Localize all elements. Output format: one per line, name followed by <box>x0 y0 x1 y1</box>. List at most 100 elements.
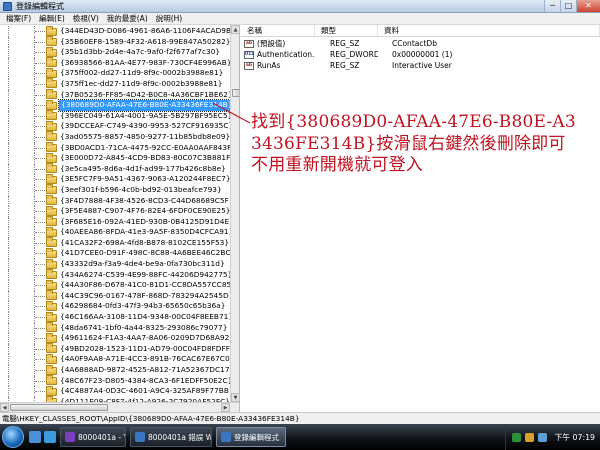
folder-icon <box>46 67 57 78</box>
registry-tree-pane[interactable]: {344ED43D-D086-4961-86A6-1106F4ACAD9B} {3… <box>0 25 240 412</box>
values-column-header: 名稱 類型 資料 <box>241 25 600 37</box>
vertical-scroll-thumb[interactable] <box>232 89 239 97</box>
value-row[interactable]: 011 Authentication... REG_DWORD 0x00000001 … <box>241 49 600 60</box>
registry-key-label: {344ED43D-D086-4961-86A6-1106F4ACAD9B} <box>60 26 236 35</box>
menu-view[interactable]: 檢視(V) <box>69 13 103 24</box>
column-header-type[interactable]: 類型 <box>315 25 378 36</box>
column-header-name[interactable]: 名稱 <box>241 25 315 36</box>
tree-item[interactable]: {44C39C96-0167-478F-868D-783294A2545D} <box>0 290 234 302</box>
folder-icon <box>46 78 57 89</box>
tree-item[interactable]: {3ad05575-8857-4850-9277-11b85bdb8e09} <box>0 131 230 143</box>
tree-guide-line <box>8 68 9 79</box>
tree-item[interactable]: {375ff1ec-dd27-11d9-8f9c-0002b3988e81} <box>0 78 230 90</box>
tree-item[interactable]: {37B05236-FF85-4D42-B0C8-4A36CBF1BE62} <box>0 89 233 101</box>
tree-guide-line <box>8 100 9 111</box>
tree-branch-line <box>35 158 45 160</box>
taskbar-button[interactable]: 登錄編輯程式 <box>216 427 286 447</box>
tree-item[interactable]: {3e5ca495-8d6a-4d1f-ad99-177b426c8b8e} <box>0 163 230 175</box>
tree-item[interactable]: {4C4887A4-0D3C-4601-A9C4-325AF89F77BB} <box>0 385 234 397</box>
folder-icon <box>46 237 57 248</box>
internet-explorer-icon[interactable] <box>44 431 56 443</box>
browser-icon <box>135 432 145 442</box>
tree-horizontal-scrollbar[interactable]: ◀ ▶ <box>0 402 239 412</box>
tree-branch-line <box>35 126 45 128</box>
tree-branch-line <box>35 348 45 350</box>
tree-item[interactable]: {46298684-0fd3-47f3-94b3-65650c65b36a} <box>0 300 230 313</box>
tree-guide-line <box>8 89 9 101</box>
column-header-data[interactable]: 資料 <box>378 25 600 36</box>
tree-item-selected[interactable]: {380689D0-AFAA-47E6-B80E-A33436FE314B} <box>0 99 236 112</box>
volume-icon[interactable] <box>525 432 535 442</box>
title-bar[interactable]: 登錄編輯程式 ─ □ ✕ <box>0 0 600 13</box>
tree-item[interactable]: {3E000D72-A845-4CD9-BD83-80C07C3B881F} <box>0 152 235 164</box>
tree-item[interactable]: {46C166AA-3108-11D4-9348-00C04F8EEB71} <box>0 311 233 323</box>
scroll-up-arrow-icon[interactable]: ▲ <box>231 25 239 34</box>
tree-item[interactable]: {344ED43D-D086-4961-86A6-1106F4ACAD9B} <box>0 25 236 37</box>
registry-key-label: {46298684-0fd3-47f3-94b3-65650c65b36a} <box>60 301 226 311</box>
tree-item[interactable]: {41CA32F2-698A-4fd8-B878-8102CE155F53} <box>0 237 230 249</box>
tree-guide-line <box>8 195 9 207</box>
tree-item[interactable]: {4A6888AD-9872-4525-A812-71A52367DC17} <box>0 364 234 376</box>
scroll-left-arrow-icon[interactable]: ◀ <box>0 403 9 412</box>
tree-item[interactable]: {35B60EF8-1589-4F32-A618-99E847A50282} <box>0 36 231 48</box>
tree-item[interactable]: {39DCCEAF-C749-4390-9953-527CF916935C} <box>0 120 234 132</box>
scroll-right-arrow-icon[interactable]: ▶ <box>221 403 230 412</box>
tree-item[interactable]: {396EC049-61A4-4001-9A5E-5B297BF95EC5} <box>0 110 233 122</box>
folder-icon <box>46 131 57 142</box>
tree-vertical-scrollbar[interactable]: ▲ ▼ <box>230 25 239 402</box>
dword-value-icon: 011 <box>244 50 255 59</box>
system-tray: 下午 07:19 <box>505 424 600 450</box>
registry-key-label: {3E5FC7F9-9A51-4367-9063-A120244F8EC7} <box>60 174 231 184</box>
menu-help[interactable]: 說明(H) <box>152 13 187 24</box>
start-orb-icon[interactable] <box>2 426 24 448</box>
scroll-down-arrow-icon[interactable]: ▼ <box>231 393 239 402</box>
registry-key-label: {396EC049-61A4-4001-9A5E-5B297BF95EC5} <box>60 110 233 120</box>
tree-item[interactable]: {48da6741-1bf0-4a44-8325-293086c79077} <box>0 322 230 334</box>
registry-key-label: {375ff1ec-dd27-11d9-8f9c-0002b3988e81} <box>60 78 223 88</box>
menu-favorites[interactable]: 我的最愛(A) <box>103 13 152 24</box>
clock[interactable]: 下午 07:19 <box>554 432 595 443</box>
tree-item[interactable]: {3BD0ACD1-71CA-4475-92CC-E0AA0AAF843F} <box>0 142 236 154</box>
maximize-button[interactable]: □ <box>560 0 576 12</box>
registry-key-label: {44C39C96-0167-478F-868D-783294A2545D} <box>60 290 234 300</box>
tree-item[interactable]: {3F685E16-092A-41ED-930B-0B4125D91D4E} <box>0 216 234 228</box>
value-row[interactable]: ab (預設值) REG_SZ CContactDb <box>241 38 600 49</box>
tree-item[interactable]: {3F4D7888-4F38-4526-8CD3-C44D68689C5F} <box>0 195 234 207</box>
tree-item[interactable]: {3F5E4887-C907-4F76-82E4-6FDF0CE90E25} <box>0 205 231 217</box>
close-button[interactable]: ✕ <box>576 0 600 12</box>
network-icon[interactable] <box>512 432 522 442</box>
minimize-button[interactable]: ─ <box>544 0 560 12</box>
tree-item[interactable]: {3E5FC7F9-9A51-4367-9063-A120244F8EC7} <box>0 173 231 185</box>
taskbar-button[interactable]: 8000401a 錯誤 Wi... <box>130 427 212 447</box>
tree-item[interactable]: {41D7CEE0-D91F-498C-8C88-4A6BEE46C2BC} <box>0 247 235 260</box>
tree-guide-line <box>8 259 9 270</box>
folder-icon <box>46 120 57 131</box>
tree-item[interactable]: {3eef301f-b596-4c0b-bd92-013beafce793} <box>0 184 230 196</box>
menu-file[interactable]: 檔案(F) <box>2 13 35 24</box>
tree-item[interactable]: {49611624-F1A3-4AA7-8A06-0209D7D68A92} <box>0 332 234 344</box>
tree-item[interactable]: {35b1d3bb-2d4e-4a7c-9af0-f2f677af7c30} <box>0 46 230 58</box>
tree-branch-line <box>35 189 45 191</box>
horizontal-scroll-thumb[interactable] <box>10 404 108 411</box>
tree-item[interactable]: {44A30F86-D678-41C0-81D1-CC8DA557CC85} <box>0 279 236 291</box>
tree-item[interactable]: {43332d9a-f3a9-4de4-be9a-0fa730bc311d} <box>0 258 230 270</box>
tree-item[interactable]: {48C67F23-D805-4384-8CA3-6F1EDFF50E2C} <box>0 375 232 387</box>
tree-item[interactable]: {49BD2028-1523-11D1-AD79-00C04FD8FDFF} <box>0 343 235 355</box>
tree-guide-line <box>8 121 9 132</box>
tray-app-icon[interactable] <box>538 432 548 442</box>
folder-icon <box>46 279 57 290</box>
registry-key-label: {3F685E16-092A-41ED-930B-0B4125D91D4E} <box>60 216 234 226</box>
value-row[interactable]: ab RunAs REG_SZ Interactive User <box>241 60 600 71</box>
tree-item[interactable]: {4A0F9AA8-A71E-4CC3-891B-76CAC67E67C0} <box>0 353 234 365</box>
tree-item[interactable]: {375ff002-dd27-11d9-8f9c-0002b3988e81} <box>0 67 230 79</box>
menu-edit[interactable]: 編輯(E) <box>35 13 69 24</box>
tree-item[interactable]: {434A6274-C539-4E99-88FC-44206D942775} <box>0 269 232 281</box>
value-type: REG_SZ <box>330 61 360 70</box>
show-desktop-icon[interactable] <box>29 431 41 443</box>
registry-values-pane[interactable]: 名稱 類型 資料 ab (預設值) REG_SZ CContactDb 011 Authe… <box>241 25 600 412</box>
tree-item[interactable]: {40AEEA86-8FDA-41e3-9A5F-8350D4CFCA91} <box>0 226 233 238</box>
tree-item[interactable]: {36938566-81AA-4E77-983F-730CF4E996AB} <box>0 57 232 69</box>
registry-key-label: {39DCCEAF-C749-4390-9953-527CF916935C} <box>60 121 234 131</box>
folder-icon <box>46 110 57 121</box>
taskbar-button[interactable]: 8000401a - Yahoo... <box>60 427 126 447</box>
